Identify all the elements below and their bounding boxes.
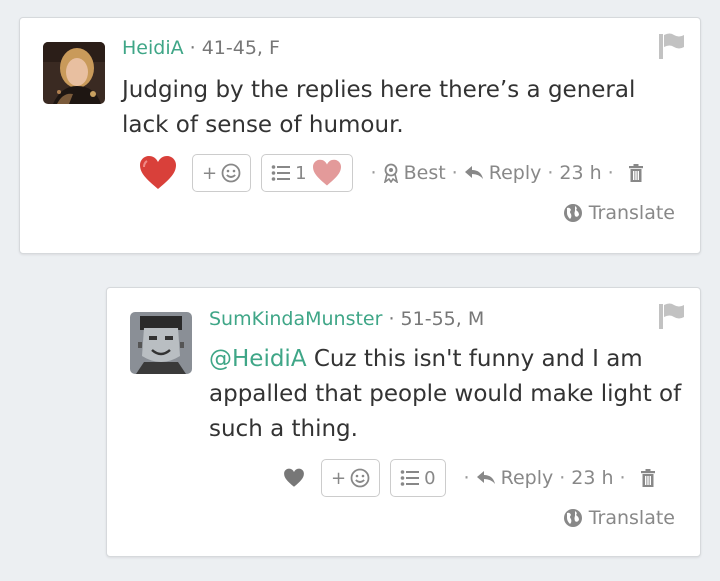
- comment-meta: HeidiA · 41-45, F: [122, 37, 280, 59]
- mention-link[interactable]: @HeidiA: [209, 346, 307, 372]
- reply-comment-card: SumKindaMunster · 51-55, M @HeidiA Cuz t…: [106, 287, 701, 557]
- demographics: · 51-55, M: [388, 308, 485, 330]
- list-icon: [271, 165, 291, 181]
- reactions-count: 1: [295, 162, 307, 184]
- add-reaction-label: +: [331, 467, 347, 489]
- username-link[interactable]: SumKindaMunster: [209, 308, 382, 330]
- best-button[interactable]: Best: [383, 162, 446, 184]
- reply-button[interactable]: Reply: [476, 467, 554, 489]
- reply-label: Reply: [500, 467, 554, 489]
- globe-icon: [563, 204, 582, 222]
- add-reaction-button[interactable]: +: [192, 154, 252, 192]
- reactions-count: 0: [424, 467, 436, 489]
- delete-button[interactable]: [640, 468, 656, 488]
- comment-meta: SumKindaMunster · 51-55, M: [209, 308, 484, 330]
- translate-label: Translate: [588, 202, 675, 224]
- reactions-list-button[interactable]: 1: [261, 154, 353, 192]
- flag-icon[interactable]: [656, 302, 686, 330]
- add-reaction-button[interactable]: +: [321, 459, 381, 497]
- best-label: Best: [403, 162, 446, 184]
- heart-icon: [312, 159, 341, 186]
- trash-icon: [640, 469, 655, 487]
- smiley-icon: [350, 468, 370, 488]
- like-button[interactable]: [138, 155, 178, 191]
- timestamp: 23 h: [559, 162, 602, 184]
- username-link[interactable]: HeidiA: [122, 37, 184, 59]
- translate-button[interactable]: Translate: [563, 507, 675, 529]
- avatar[interactable]: [130, 312, 192, 374]
- reply-label: Reply: [488, 162, 542, 184]
- comment-card: HeidiA · 41-45, F Judging by the replies…: [19, 17, 701, 254]
- reply-button[interactable]: Reply: [464, 162, 542, 184]
- timestamp: 23 h: [571, 467, 614, 489]
- add-reaction-label: +: [202, 162, 218, 184]
- heart-icon: [140, 156, 176, 189]
- comment-actions: + 1 · Best · Reply · 23 h ·: [138, 151, 644, 195]
- like-button[interactable]: [283, 468, 305, 488]
- list-icon: [400, 470, 420, 486]
- delete-button[interactable]: [628, 163, 644, 183]
- demographics: · 41-45, F: [189, 37, 280, 59]
- avatar[interactable]: [43, 42, 105, 104]
- comment-actions: + 0 · Reply · 23 h ·: [283, 456, 656, 500]
- heart-icon: [284, 468, 304, 487]
- trash-icon: [628, 164, 643, 182]
- translate-label: Translate: [588, 507, 675, 529]
- award-icon: [383, 163, 398, 183]
- globe-icon: [563, 509, 582, 527]
- reply-arrow-icon: [476, 471, 495, 484]
- reactions-list-button[interactable]: 0: [390, 459, 446, 497]
- reply-arrow-icon: [464, 166, 483, 179]
- smiley-icon: [221, 163, 241, 183]
- comment-body: Judging by the replies here there’s a ge…: [122, 77, 636, 138]
- translate-button[interactable]: Translate: [563, 202, 675, 224]
- flag-icon[interactable]: [656, 32, 686, 60]
- comment-body: @HeidiA Cuz this isn't funny and I am ap…: [209, 342, 689, 447]
